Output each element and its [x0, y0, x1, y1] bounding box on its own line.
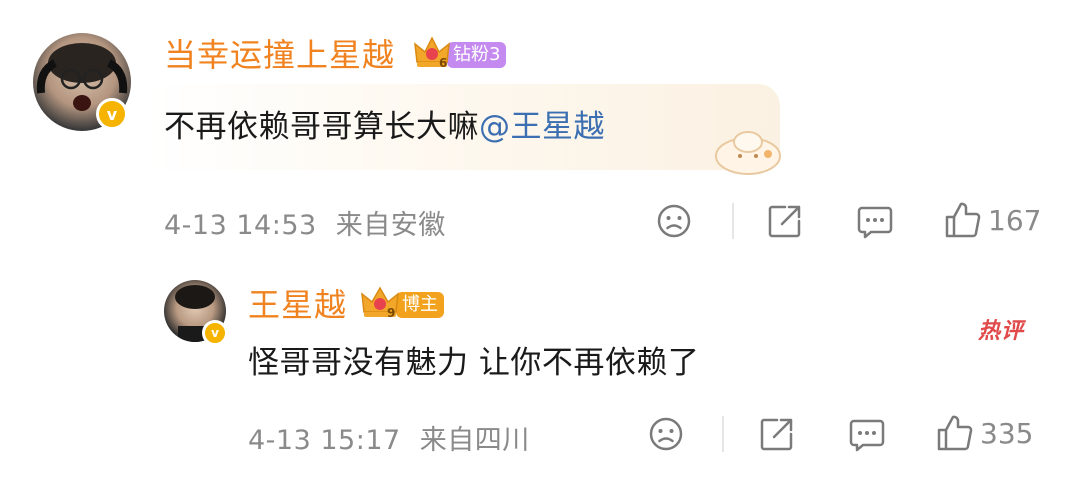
sad-face-icon: [657, 204, 691, 238]
mention-link[interactable]: @王星越: [479, 109, 605, 145]
like-count: 167: [988, 203, 1042, 237]
like-icon: [945, 202, 981, 238]
comment-username[interactable]: 当幸运撞上星越: [164, 30, 395, 76]
reply-username[interactable]: 王星越: [248, 280, 347, 326]
share-button[interactable]: [767, 203, 803, 239]
crown-level-number: 6: [439, 56, 448, 70]
comment-button[interactable]: [848, 416, 886, 454]
reply-text: 怪哥哥没有魅力 让你不再依赖了: [248, 345, 700, 381]
blogger-badge[interactable]: 9 博主: [360, 284, 444, 326]
like-count: 335: [980, 416, 1034, 450]
like-icon: [937, 415, 973, 451]
comment-button[interactable]: [856, 203, 894, 241]
like-button[interactable]: 167: [944, 201, 1041, 239]
sad-face-icon: [649, 417, 683, 451]
hot-comment-tag: 热评: [978, 319, 1025, 344]
verified-badge-icon: v: [202, 320, 228, 346]
comment-text: 不再依赖哥哥算长大嘛@王星越: [164, 101, 605, 146]
comment-body: 不再依赖哥哥算长大嘛: [164, 109, 479, 145]
dislike-button[interactable]: [648, 416, 684, 452]
dislike-button[interactable]: [656, 203, 692, 239]
like-button[interactable]: 335: [936, 414, 1033, 452]
reply-timestamp: 4-13 15:17: [248, 425, 401, 456]
crown-level-number: 9: [387, 306, 396, 320]
crown-icon: 6: [413, 34, 451, 76]
comment-location: 来自安徽: [335, 210, 446, 241]
action-divider: [732, 203, 734, 239]
comment-icon: [849, 419, 885, 452]
blogger-badge-label: 博主: [396, 292, 444, 318]
reply-location: 来自四川: [419, 425, 530, 456]
comment-meta: 4-13 14:53 来自安徽: [164, 203, 446, 242]
crown-icon: 9: [360, 284, 400, 326]
comment-icon: [857, 206, 893, 239]
bun-sticker-icon: [715, 131, 781, 175]
share-button[interactable]: [759, 416, 795, 452]
share-icon: [760, 418, 793, 451]
fan-badge-label: 钻粉3: [447, 42, 507, 68]
action-divider: [722, 416, 724, 452]
fan-level-badge[interactable]: 6 钻粉3: [413, 34, 507, 76]
comment-timestamp: 4-13 14:53: [164, 210, 317, 241]
verified-badge-icon: v: [96, 98, 128, 130]
reply-meta: 4-13 15:17 来自四川: [248, 418, 530, 457]
share-icon: [768, 205, 801, 238]
